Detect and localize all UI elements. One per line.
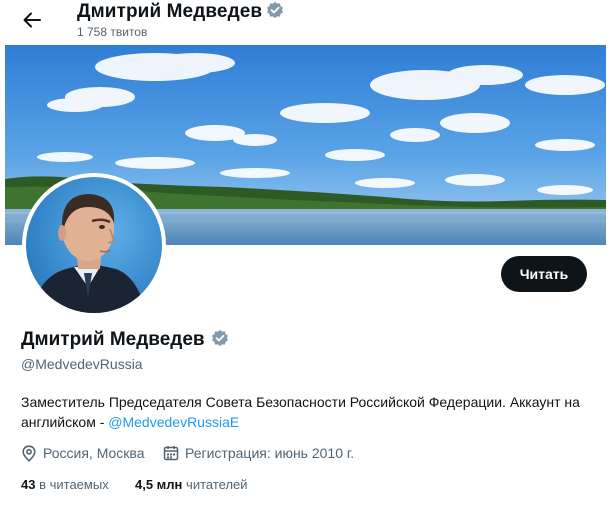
profile-bio: Заместитель Председателя Совета Безопасн… — [21, 392, 591, 432]
calendar-icon — [163, 446, 179, 461]
arrow-left-icon — [23, 12, 41, 28]
joined-item: Регистрация: июнь 2010 г. — [163, 443, 373, 463]
profile-handle: @MedvedevRussia — [21, 356, 143, 372]
avatar[interactable] — [22, 173, 166, 317]
profile-name: Дмитрий Медведев — [21, 329, 229, 351]
header-name-text: Дмитрий Медведев — [77, 1, 263, 22]
header-title: Дмитрий Медведев — [77, 1, 284, 23]
followers-link[interactable]: 4,5 млн читателей — [135, 475, 248, 495]
following-label: в читаемых — [39, 477, 109, 492]
location-item: Россия, Москва — [21, 443, 156, 463]
location-text: Россия, Москва — [43, 445, 145, 461]
bio-text: Заместитель Председателя Совета Безопасн… — [21, 394, 580, 430]
avatar-image — [26, 177, 162, 313]
follow-button[interactable]: Читать — [501, 256, 587, 292]
bio-mention-link[interactable]: @MedvedevRussiaE — [108, 414, 239, 430]
verified-badge-icon — [211, 329, 228, 347]
tweet-count: 1 758 твитов — [77, 25, 148, 39]
profile-name-text: Дмитрий Медведев — [21, 329, 205, 350]
following-link[interactable]: 43 в читаемых — [21, 475, 109, 495]
location-pin-icon — [22, 445, 36, 462]
joined-text: Регистрация: июнь 2010 г. — [185, 445, 355, 461]
profile-page: Дмитрий Медведев 1 758 твитов Читать Дми… — [0, 0, 611, 513]
profile-header: Дмитрий Медведев 1 758 твитов — [0, 0, 611, 44]
followers-count: 4,5 млн — [135, 477, 183, 492]
back-button[interactable] — [16, 4, 48, 36]
verified-badge-icon — [267, 1, 284, 19]
followers-label: читателей — [186, 477, 248, 492]
following-count: 43 — [21, 477, 36, 492]
